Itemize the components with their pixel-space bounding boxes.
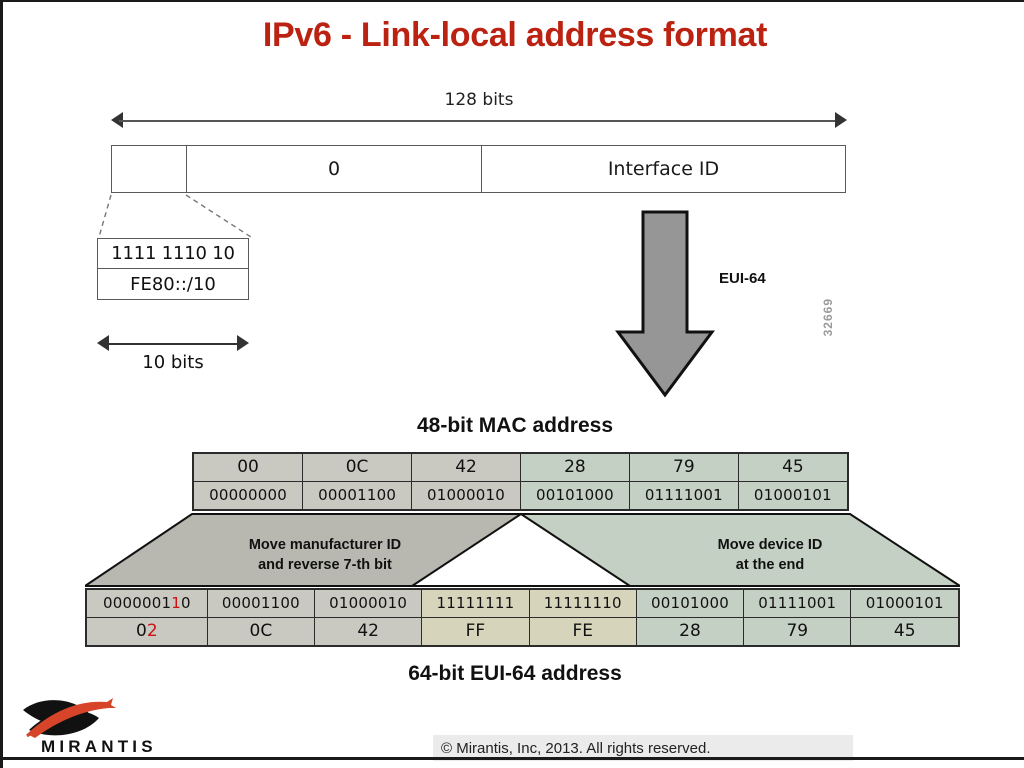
footer-divider [3, 757, 1024, 760]
width-measure-128bits: 128 bits [111, 90, 847, 138]
eui-bin-cell: 11111110 [528, 588, 637, 618]
mac-hex-cell: 28 [519, 452, 630, 482]
eui-bin-cell: 00001100 [206, 588, 316, 618]
bin-suffix: 0 [180, 594, 191, 612]
table-row-eui-hex: 02 0C 42 FF FE 28 79 45 [85, 617, 960, 647]
address-cell-interface-id: Interface ID [607, 158, 720, 180]
eui-hex-cell: FF [421, 617, 530, 647]
mac-bin-cell: 01111001 [628, 481, 739, 511]
mac-address-table: 00 0C 42 28 79 45 00000000 00001100 0100… [192, 452, 849, 511]
band-right-line2: at the end [735, 556, 805, 573]
eui-hex-cell: 42 [314, 617, 423, 647]
band-left-line2: and reverse 7-th bit [258, 556, 392, 573]
mac-bin-cell: 00001100 [302, 481, 413, 511]
figure-number: 32669 [821, 298, 835, 337]
eui-hex-cell: FE [528, 617, 637, 647]
table-row-mac-hex: 00 0C 42 28 79 45 [192, 452, 849, 482]
eui-hex-cell: 0C [206, 617, 316, 647]
table-row-mac-bin: 00000000 00001100 01000010 00101000 0111… [192, 481, 849, 511]
mac-hex-cell: 0C [302, 452, 413, 482]
eui-bin-cell: 01000101 [850, 588, 960, 618]
arrow-right-icon [835, 112, 847, 128]
eui-bin-cell-highlighted: 000000110 [85, 588, 208, 618]
eui-bin-cell: 01111001 [743, 588, 852, 618]
measure-line [119, 120, 839, 122]
bin-prefix: 0000001 [103, 594, 172, 612]
band-left-caption: Move manufacturer ID and reverse 7-th bi… [195, 536, 455, 575]
width-measure-10bits-label: 10 bits [142, 352, 204, 373]
eui64-address-caption: 64-bit EUI-64 address [408, 662, 622, 685]
mac-bin-cell: 00101000 [519, 481, 630, 511]
width-measure-128bits-label: 128 bits [444, 90, 514, 110]
mirantis-logo: MIRANTIS [21, 696, 171, 758]
mac-hex-cell: 45 [737, 452, 849, 482]
table-row-eui-bin: 000000110 00001100 01000010 11111111 111… [85, 588, 960, 618]
mirantis-wordmark: MIRANTIS [41, 737, 157, 756]
arrow-right-icon [237, 335, 249, 351]
mac-bin-cell: 00000000 [192, 481, 304, 511]
mac-hex-cell: 42 [411, 452, 521, 482]
down-arrow-icon [615, 210, 715, 398]
address-cell-prefix [112, 146, 187, 192]
eui64-conversion-label: EUI-64 [719, 270, 766, 287]
eui-hex-cell-highlighted: 02 [85, 617, 208, 647]
transformation-band: Move manufacturer ID and reverse 7-th bi… [81, 512, 964, 588]
prefix-bits-row: 1111 1110 10 [98, 239, 248, 269]
address-cell-zero: 0 [187, 146, 482, 192]
mac-bin-cell: 01000010 [411, 481, 521, 511]
mac-bin-cell: 01000101 [737, 481, 849, 511]
hex-prefix: 0 [136, 621, 147, 641]
band-right-caption: Move device ID at the end [645, 536, 895, 575]
band-left-line1: Move manufacturer ID [248, 537, 402, 553]
band-right-line1: Move device ID [717, 537, 823, 553]
ipv6-address-box: 0 Interface ID [111, 145, 846, 193]
eui-hex-cell: 28 [635, 617, 745, 647]
eui-hex-cell: 79 [743, 617, 852, 647]
slide-canvas: IPv6 - Link-local address format 128 bit… [0, 0, 1024, 768]
link-local-prefix-box: 1111 1110 10 FE80::/10 [97, 238, 249, 300]
eui-bin-cell: 00101000 [635, 588, 745, 618]
eui-bin-cell: 01000010 [314, 588, 423, 618]
mac-hex-cell: 79 [628, 452, 739, 482]
eui64-address-table: 000000110 00001100 01000010 11111111 111… [85, 588, 960, 647]
bin-flipped-bit: 1 [171, 594, 181, 612]
eui-hex-cell: 45 [850, 617, 960, 647]
hex-flipped-digit: 2 [146, 621, 158, 641]
measure-line [105, 343, 241, 345]
prefix-hex-row: FE80::/10 [130, 273, 216, 295]
mac-hex-cell: 00 [192, 452, 304, 482]
page-title: IPv6 - Link-local address format [262, 16, 768, 54]
mac-address-caption: 48-bit MAC address [416, 414, 614, 437]
width-measure-10bits: 10 bits [97, 332, 249, 378]
eui-bin-cell: 11111111 [421, 588, 530, 618]
